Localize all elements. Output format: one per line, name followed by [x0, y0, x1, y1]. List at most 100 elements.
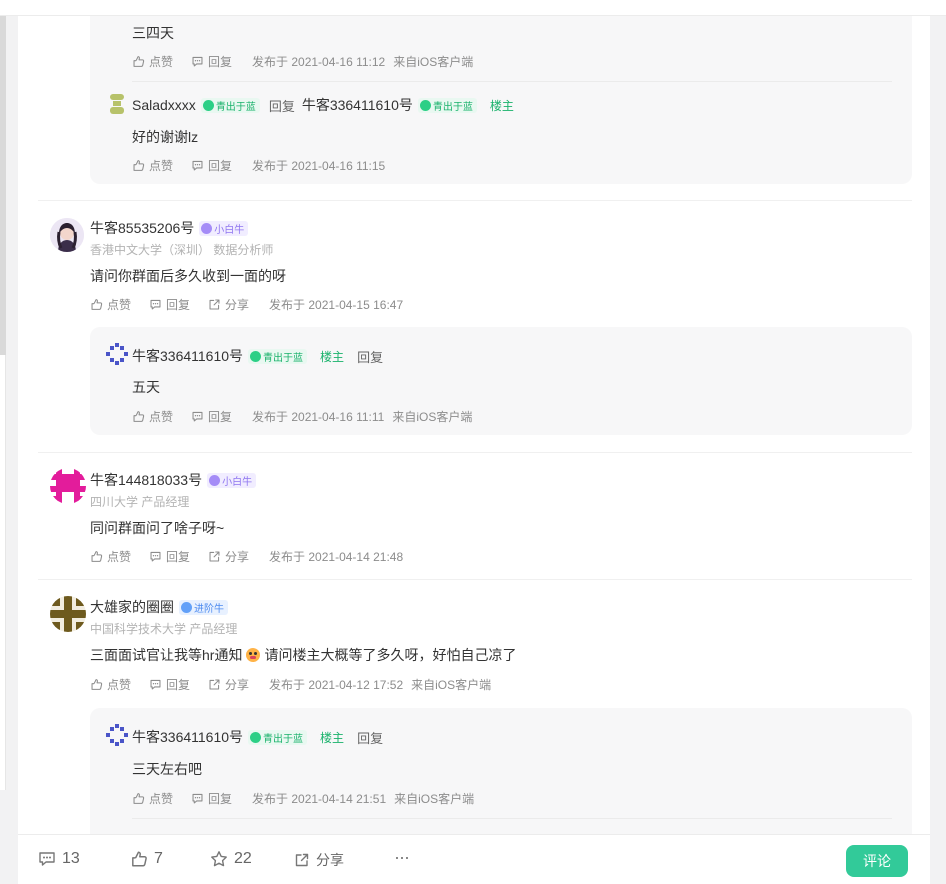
like-button[interactable]: 点赞 [107, 676, 131, 693]
level-badge: 小白牛 [207, 472, 257, 488]
post-source: 来自iOS客户端 [411, 678, 492, 692]
avatar[interactable] [50, 468, 86, 504]
username[interactable]: 牛客144818033号 [90, 470, 202, 490]
share-icon[interactable] [208, 678, 221, 691]
thumb-up-icon[interactable] [132, 792, 145, 805]
badge-icon [201, 222, 213, 234]
comment-text: 三面面试官让我等hr通知 请问楼主大概等了多久呀，好怕自己凉了 [90, 645, 516, 665]
chat-icon[interactable] [191, 55, 204, 68]
reply-button[interactable]: 回复 [357, 347, 383, 366]
divider [132, 81, 892, 82]
thumb-up-icon[interactable] [132, 410, 145, 423]
comment-header: 牛客144818033号 小白牛 [90, 470, 257, 490]
level-badge: 青出于蓝 [248, 729, 308, 745]
avatar[interactable] [50, 596, 86, 632]
reply-button[interactable]: 回复 [208, 790, 232, 807]
reply-header: 牛客336411610号 青出于蓝 楼主 回复 [132, 727, 383, 747]
thumb-up-icon[interactable] [132, 55, 145, 68]
share-icon[interactable] [208, 550, 221, 563]
thumb-up-icon[interactable] [132, 159, 145, 172]
post-time: 发布于 2021-04-15 16:47 [269, 298, 404, 312]
favorite-count: 22 [234, 850, 252, 867]
divider [38, 579, 912, 580]
divider [132, 818, 892, 819]
share-button[interactable]: 分享 [294, 850, 344, 870]
chat-icon[interactable] [191, 159, 204, 172]
like-button[interactable]: 点赞 [149, 53, 173, 70]
favorite-button[interactable]: 22 [210, 850, 252, 868]
divider [38, 200, 912, 201]
chat-icon[interactable] [191, 410, 204, 423]
comment-text: 请问你群面后多久收到一面的呀 [90, 268, 286, 284]
comment-button[interactable]: 评论 [846, 845, 908, 877]
share-button[interactable]: 分享 [225, 296, 249, 313]
reply-meta-row: 点赞 回复 发布于 2021-04-16 11:15 [132, 157, 385, 174]
post-time: 发布于 2021-04-14 21:48 [269, 550, 404, 564]
comment-header: 牛客85535206号 小白牛 [90, 218, 249, 238]
divider [38, 452, 912, 453]
comment-text-part: 请问楼主大概等了多久呀，好怕自己凉了 [264, 647, 517, 663]
like-button[interactable]: 点赞 [149, 408, 173, 425]
chat-icon[interactable] [149, 298, 162, 311]
reply-button[interactable]: 回复 [166, 296, 190, 313]
avatar[interactable] [50, 218, 84, 252]
like-button[interactable]: 点赞 [149, 790, 173, 807]
post-source: 来自iOS客户端 [393, 55, 474, 69]
like-count-button[interactable]: 7 [130, 850, 163, 868]
username[interactable]: 牛客336411610号 [132, 346, 243, 366]
avatar[interactable] [106, 724, 128, 746]
left-scroll-strip[interactable] [0, 0, 6, 790]
comment-count: 13 [62, 850, 80, 867]
reply-text: 五天 [132, 379, 160, 395]
reply-header: 牛客336411610号 青出于蓝 楼主 回复 [132, 346, 383, 366]
badge-icon [209, 474, 221, 486]
star-icon [211, 851, 227, 867]
badge-icon [419, 99, 431, 111]
username[interactable]: 牛客85535206号 [90, 218, 194, 238]
reply-button[interactable]: 回复 [166, 676, 190, 693]
op-tag: 楼主 [320, 349, 345, 364]
username[interactable]: 大雄家的圈圈 [90, 597, 174, 617]
reply-target-user[interactable]: 牛客336411610号 [302, 95, 413, 115]
reply-button[interactable]: 回复 [208, 408, 232, 425]
chat-icon[interactable] [191, 792, 204, 805]
scroll-thumb[interactable] [0, 0, 6, 355]
share-button[interactable]: 分享 [225, 676, 249, 693]
reply-button[interactable]: 回复 [208, 157, 232, 174]
reply-button[interactable]: 回复 [166, 548, 190, 565]
post-time: 发布于 2021-04-16 11:15 [252, 159, 386, 173]
avatar[interactable] [108, 93, 126, 115]
top-bar [0, 0, 946, 16]
share-button[interactable]: 分享 [225, 548, 249, 565]
comment-header: 大雄家的圈圈 进阶牛 [90, 597, 228, 617]
reply-button[interactable]: 回复 [357, 728, 383, 747]
avatar[interactable] [106, 343, 128, 365]
chat-icon[interactable] [149, 550, 162, 563]
user-school: 香港中文大学（深圳） 数据分析师 [90, 243, 274, 257]
emoji-icon [246, 648, 261, 662]
reply-text: 三天左右吧 [132, 761, 202, 777]
username[interactable]: 牛客336411610号 [132, 727, 243, 747]
reply-word: 回复 [268, 98, 295, 114]
username[interactable]: Saladxxxx [132, 97, 196, 113]
more-icon[interactable]: ··· [394, 847, 410, 868]
thumb-up-icon[interactable] [90, 298, 103, 311]
chat-icon[interactable] [149, 678, 162, 691]
like-button[interactable]: 点赞 [107, 548, 131, 565]
op-tag: 楼主 [489, 98, 514, 113]
thumb-up-icon[interactable] [90, 550, 103, 563]
comment-count-button[interactable]: 13 [38, 850, 80, 868]
badge-icon [250, 350, 262, 362]
thumb-up-icon[interactable] [90, 678, 103, 691]
post-time: 发布于 2021-04-14 21:51 [252, 792, 387, 806]
bottom-action-bar: 13 7 22 分享 ··· 评论 [18, 834, 930, 884]
reply-meta-row: 点赞 回复 发布于 2021-04-16 11:12 来自iOS客户端 [132, 53, 473, 70]
like-button[interactable]: 点赞 [107, 296, 131, 313]
badge-icon [202, 99, 214, 111]
reply-button[interactable]: 回复 [208, 53, 232, 70]
comment-text: 同问群面问了啥子呀~ [90, 520, 225, 536]
share-icon[interactable] [208, 298, 221, 311]
post-time: 发布于 2021-04-16 11:11 [252, 410, 385, 424]
level-badge: 小白牛 [199, 220, 249, 236]
like-button[interactable]: 点赞 [149, 157, 173, 174]
